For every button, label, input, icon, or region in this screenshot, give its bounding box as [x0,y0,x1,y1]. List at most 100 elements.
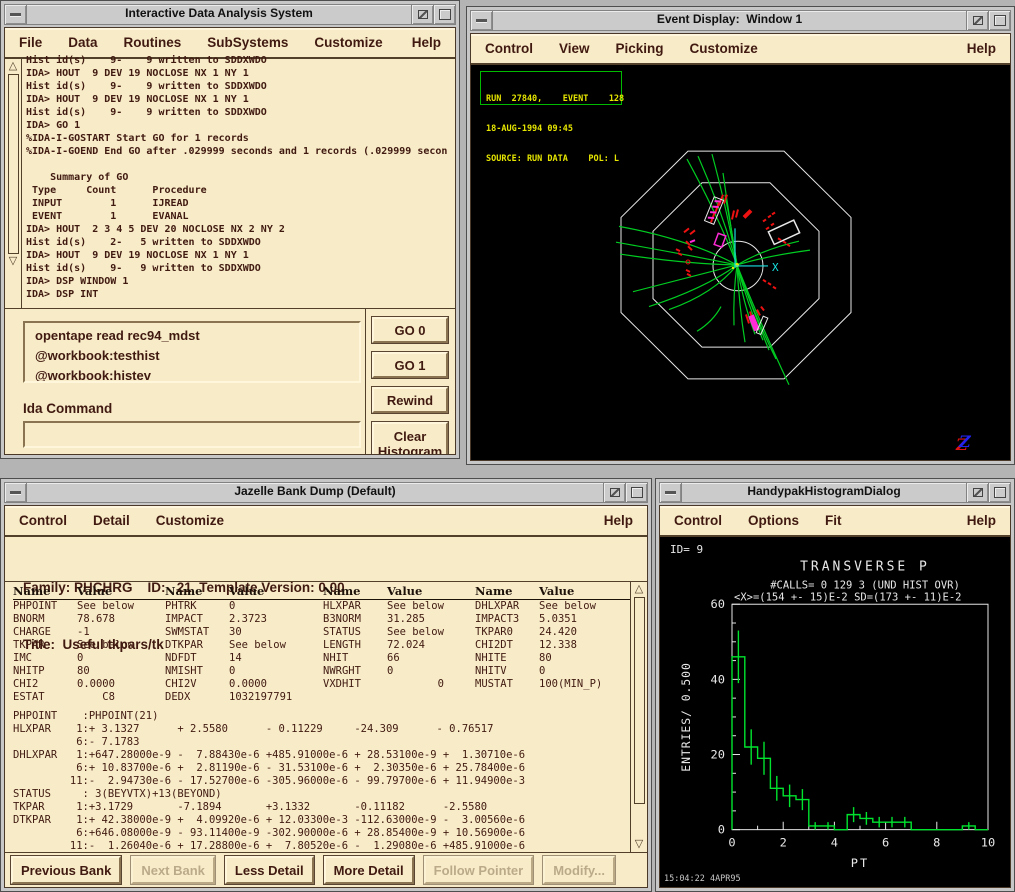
scrollbar-thumb[interactable] [8,74,19,254]
shrink-icon [610,488,620,497]
bank-row: CHI20.0000 [13,678,165,691]
maximize-button[interactable] [988,483,1010,502]
event-display-canvas[interactable]: X Z Z RUN 27840, EVENT 128 18-AUG-1994 0… [471,65,1010,460]
dash-icon [10,491,21,494]
histogram-canvas: 02040600246810ID= 9TRANSVERSE P#CALLS= 0… [660,537,1010,887]
scrollbar-thumb[interactable] [634,597,645,804]
event-titlebar[interactable]: Event Display: Window 1 [470,10,1011,31]
command-input[interactable] [23,421,361,448]
menu-data[interactable]: Data [68,35,97,50]
bank-info-header: Family: PHCHRG ID: 21 Template Version: … [5,537,647,582]
previous-bank-button[interactable]: Previous Bank [11,856,121,884]
menu-customize[interactable]: Customize [690,41,758,56]
histogram-plot: 02040600246810ID= 9TRANSVERSE P#CALLS= 0… [660,537,1010,887]
bank-menubar: Control Detail Customize Help [5,506,647,537]
go1-button[interactable]: GO 1 [372,352,448,378]
menu-help[interactable]: Help [412,35,441,50]
scroll-down-icon[interactable]: ▽ [635,838,643,851]
hist-menubar: Control Options Fit Help [660,506,1010,537]
window-menu-button[interactable] [5,483,27,502]
maximize-button[interactable] [988,11,1010,30]
square-icon [994,15,1006,26]
maximize-button[interactable] [625,483,647,502]
go0-button[interactable]: GO 0 [372,317,448,343]
bank-row: PHPOINTSee below [13,600,165,613]
window-menu-button[interactable] [471,11,493,30]
menu-detail[interactable]: Detail [93,513,130,528]
command-history-list[interactable]: opentape read rec94_mdst @workbook:testh… [23,321,361,383]
menu-customize[interactable]: Customize [314,35,382,50]
menu-fit[interactable]: Fit [825,513,842,528]
x-tick-label: 2 [780,836,787,850]
bank-row: TKPAR024.420 [475,626,633,639]
ida-command-panel: opentape read rec94_mdst @workbook:testh… [5,309,455,454]
bank-body: NameValuePHPOINTSee belowBNORM78.678CHAR… [5,582,647,852]
scroll-up-icon[interactable]: △ [9,60,17,73]
dash-icon [476,19,487,22]
window-menu-button[interactable] [5,5,27,24]
history-item[interactable]: @workbook:testhist [35,346,349,366]
terminal-area: △ ▽ Hist id(s) 9- 9 written to SDDXWDO I… [5,59,455,309]
menu-help[interactable]: Help [604,513,633,528]
history-item[interactable]: opentape read rec94_mdst [35,326,349,346]
menu-options[interactable]: Options [748,513,799,528]
y-tick-label: 0 [718,823,725,837]
window-histogram: HandypakHistogramDialog Control Options … [655,478,1015,892]
ida-content: File Data Routines SubSystems Customize … [4,27,456,455]
detector-hits [676,195,790,324]
more-detail-button[interactable]: More Detail [324,856,414,884]
terminal-scrollbar[interactable]: △ ▽ [5,59,22,308]
bank-row: NMISHT0 [165,665,323,678]
minimize-button[interactable] [603,483,625,502]
bank-row: B3NORM31.285 [323,613,475,626]
clear-histogram-button[interactable]: Clear Histogram [372,422,448,455]
bank-row: NHIT66 [323,652,475,665]
bank-row: NWRGHT0 [323,665,475,678]
hist-titlebar[interactable]: HandypakHistogramDialog [659,482,1011,503]
plot-frame [732,604,988,829]
bank-column-header: NameValue [475,584,633,600]
rewind-button[interactable]: Rewind [372,387,448,413]
minimize-button[interactable] [411,5,433,24]
menu-control[interactable]: Control [485,41,533,56]
window-menu-button[interactable] [660,483,682,502]
hist-title: TRANSVERSE P [800,560,930,575]
square-icon [439,9,451,20]
bank-scrollbar[interactable]: △ ▽ [630,582,647,852]
menu-view[interactable]: View [559,41,590,56]
run-event-line: RUN 27840, EVENT 128 [486,94,616,104]
bank-row: NHITV0 [475,665,633,678]
history-item[interactable]: @workbook:histev [35,366,349,383]
bank-dump-text: PHPOINT :PHPOINT(21) HLXPAR 1:+ 3.1327 +… [13,710,627,852]
menu-control[interactable]: Control [19,513,67,528]
window-title: Jazelle Bank Dump (Default) [27,483,603,502]
bank-row: NHITP80 [13,665,165,678]
bank-row: DHLXPARSee below [475,600,633,613]
bank-row: NHITE80 [475,652,633,665]
next-bank-button: Next Bank [131,856,215,884]
menu-help[interactable]: Help [967,41,996,56]
bank-titlebar[interactable]: Jazelle Bank Dump (Default) [4,482,648,503]
bank-row: IMPACT2.3723 [165,613,323,626]
bank-content: Control Detail Customize Help Family: PH… [4,505,648,888]
desktop: Interactive Data Analysis System File Da… [0,0,1015,892]
scroll-down-icon[interactable]: ▽ [9,255,17,268]
square-icon [994,487,1006,498]
menu-help[interactable]: Help [967,513,996,528]
menu-routines[interactable]: Routines [124,35,182,50]
menu-customize[interactable]: Customize [156,513,224,528]
less-detail-button[interactable]: Less Detail [225,856,314,884]
bank-row: STATUSSee below [323,626,475,639]
menu-picking[interactable]: Picking [616,41,664,56]
window-title: Interactive Data Analysis System [27,5,411,24]
menu-subsystems[interactable]: SubSystems [207,35,288,50]
scroll-up-icon[interactable]: △ [635,583,643,596]
bank-column: NameValuePHPOINTSee belowBNORM78.678CHAR… [13,584,165,704]
minimize-button[interactable] [966,11,988,30]
minimize-button[interactable] [966,483,988,502]
ida-titlebar[interactable]: Interactive Data Analysis System [4,4,456,25]
maximize-button[interactable] [433,5,455,24]
bank-row: IMPACT35.0351 [475,613,633,626]
menu-control[interactable]: Control [674,513,722,528]
menu-file[interactable]: File [19,35,42,50]
